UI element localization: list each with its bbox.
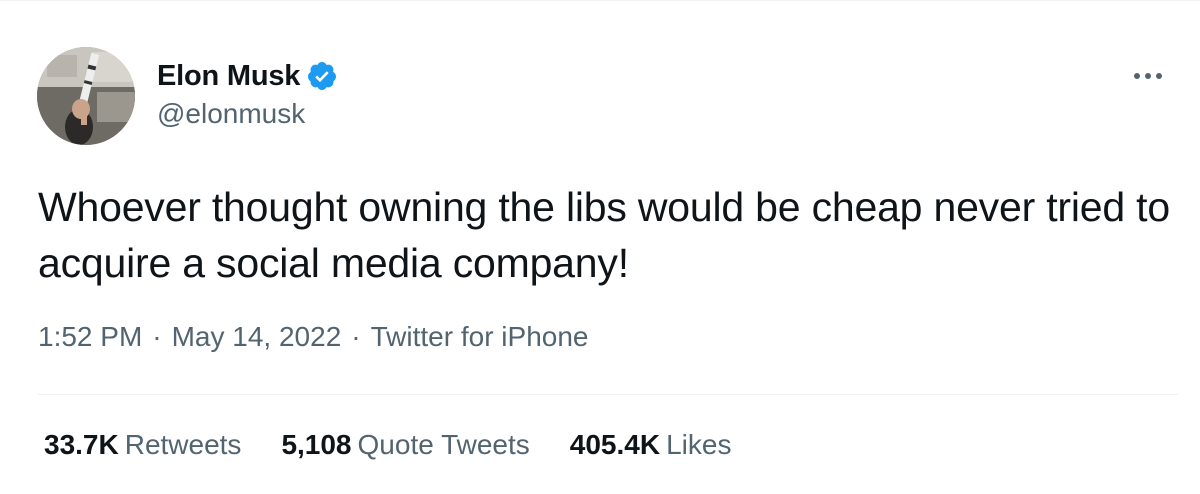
- meta-separator: ·: [351, 321, 361, 352]
- quote-tweets-count: 5,108: [281, 429, 352, 460]
- tweet-source-link[interactable]: Twitter for iPhone: [371, 321, 589, 353]
- avatar-photo-icon: [37, 47, 135, 145]
- tweet-text: Whoever thought owning the libs would be…: [38, 184, 1170, 286]
- likes-count: 405.4K: [569, 429, 661, 460]
- engagement-stats: 33.7K Retweets 5,108 Quote Tweets 405.4K Li…: [44, 429, 771, 461]
- retweets-count: 33.7K: [44, 429, 119, 460]
- tweet-time-link[interactable]: 1:52 PM: [38, 321, 142, 353]
- tweet-card: Elon Musk @elonmusk Whoever thought owni…: [0, 0, 1200, 494]
- likes-label: Likes: [666, 429, 732, 460]
- author-display-name[interactable]: Elon Musk: [157, 60, 300, 93]
- likes-stat[interactable]: 405.4K Likes: [570, 429, 732, 461]
- tweet-metadata: 1:52 PM · May 14, 2022 · Twitter for iPh…: [38, 321, 588, 353]
- tweet-date-link[interactable]: May 14, 2022: [172, 321, 342, 353]
- author-name-row[interactable]: Elon Musk: [157, 59, 338, 93]
- quote-tweets-label: Quote Tweets: [357, 429, 530, 460]
- divider: [38, 394, 1178, 395]
- more-options-button[interactable]: [1131, 59, 1165, 93]
- verified-badge-icon: [306, 60, 338, 92]
- retweets-label: Retweets: [124, 429, 242, 460]
- retweets-stat[interactable]: 33.7K Retweets: [44, 429, 241, 461]
- more-horizontal-icon: [1134, 73, 1162, 79]
- meta-separator: ·: [152, 321, 162, 352]
- quote-tweets-stat[interactable]: 5,108 Quote Tweets: [281, 429, 529, 461]
- avatar[interactable]: [37, 47, 135, 145]
- author-handle[interactable]: @elonmusk: [157, 98, 305, 130]
